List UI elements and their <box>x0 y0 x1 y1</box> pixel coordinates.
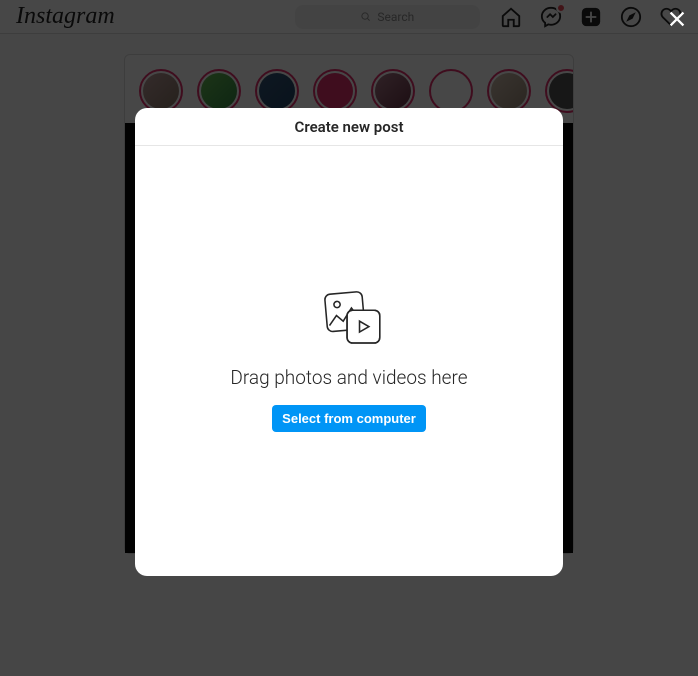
modal-title: Create new post <box>135 108 563 146</box>
drop-text: Drag photos and videos here <box>230 366 467 389</box>
close-icon[interactable] <box>666 8 690 32</box>
media-icon <box>309 290 389 350</box>
create-post-modal: Create new post Drag photos and videos h… <box>135 108 563 576</box>
modal-body[interactable]: Drag photos and videos here Select from … <box>135 146 563 576</box>
select-from-computer-button[interactable]: Select from computer <box>272 405 426 432</box>
